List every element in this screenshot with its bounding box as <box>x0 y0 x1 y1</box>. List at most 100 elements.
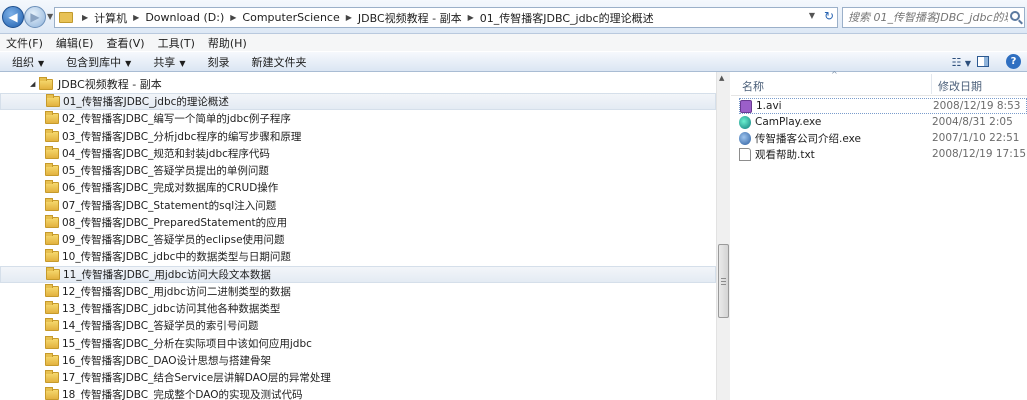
tree-item[interactable]: 11_传智播客JDBC_用jdbc访问大段文本数据 <box>0 265 716 283</box>
file-row[interactable]: CamPlay.exe 2004/8/31 2:05 <box>739 114 1027 130</box>
menu-file[interactable]: 文件(F) <box>6 35 43 51</box>
tree-item[interactable]: 06_传智播客JDBC_完成对数据库的CRUD操作 <box>0 179 716 196</box>
tree-item[interactable]: 02_传智播客JDBC_编写一个简单的jdbc例子程序 <box>0 110 716 127</box>
menu-edit[interactable]: 编辑(E) <box>56 35 94 51</box>
tree-scrollbar[interactable]: ▲ <box>716 72 730 400</box>
folder-icon <box>45 128 59 142</box>
file-row[interactable]: 1.avi 2008/12/19 8:53 <box>739 98 1027 114</box>
address-bar: ◀ ▶ ▼ ▶ 计算机 ▶ Download (D:) ▶ ComputerSc… <box>0 0 1027 34</box>
tree-item[interactable]: 01_传智播客JDBC_jdbc的理论概述 <box>0 93 716 111</box>
exe-file-icon <box>739 131 751 145</box>
breadcrumb-item[interactable]: Download (D:) <box>145 11 224 24</box>
tree-parent-item[interactable]: ◢ JDBC视频教程 - 副本 <box>30 76 162 92</box>
refresh-icon[interactable]: ↻ <box>824 9 834 23</box>
tree-item[interactable]: 10_传智播客JDBC_jdbc中的数据类型与日期问题 <box>0 248 716 265</box>
menu-view[interactable]: 查看(V) <box>106 35 144 51</box>
chevron-right-icon[interactable]: ▶ <box>468 13 474 22</box>
tree-list: 01_传智播客JDBC_jdbc的理论概述 02_传智播客JDBC_编写一个简单… <box>0 93 716 400</box>
tree-item-label: 04_传智播客JDBC_规范和封装jdbc程序代码 <box>62 147 270 160</box>
tree-item-label: 01_传智播客JDBC_jdbc的理论概述 <box>63 96 229 109</box>
menu-bar: 文件(F) 编辑(E) 查看(V) 工具(T) 帮助(H) <box>0 34 1027 51</box>
chevron-right-icon[interactable]: ▶ <box>346 13 352 22</box>
burn-button[interactable]: 刻录 <box>207 54 229 70</box>
tree-item[interactable]: 04_传智播客JDBC_规范和封装jdbc程序代码 <box>0 145 716 162</box>
tree-item[interactable]: 18_传智播客JDBC_完成整个DAO的实现及测试代码 <box>0 386 716 400</box>
breadcrumb-item[interactable]: JDBC视频教程 - 副本 <box>358 10 462 26</box>
help-icon[interactable]: ? <box>1006 54 1021 69</box>
grip-line <box>721 278 726 279</box>
folder-icon <box>45 249 59 263</box>
views-button[interactable]: ☷ ▼ <box>951 56 971 69</box>
tree-item-label: 13_传智播客JDBC_jdbc访问其他各种数据类型 <box>62 303 281 316</box>
forward-arrow-icon: ▶ <box>30 10 40 24</box>
breadcrumb-item[interactable]: ComputerScience <box>242 11 339 24</box>
tree-item-label: 02_传智播客JDBC_编写一个简单的jdbc例子程序 <box>62 113 291 126</box>
tree-item-label: 06_传智播客JDBC_完成对数据库的CRUD操作 <box>62 182 279 195</box>
file-row[interactable]: 观看帮助.txt 2008/12/19 17:15 <box>739 146 1027 162</box>
column-name-header[interactable]: 名称 <box>742 78 764 94</box>
search-input[interactable] <box>848 11 1008 24</box>
organize-button[interactable]: 组织 ▼ <box>12 54 44 70</box>
menu-tools[interactable]: 工具(T) <box>158 35 195 51</box>
tree-item-label: 18_传智播客JDBC_完成整个DAO的实现及测试代码 <box>62 389 303 400</box>
tree-item[interactable]: 08_传智播客JDBC_PreparedStatement的应用 <box>0 214 716 231</box>
file-list: ^ 名称 修改日期 1.avi 2008/12/19 8:53 CamPlay.… <box>731 70 1027 400</box>
scroll-up-icon[interactable]: ▲ <box>719 74 724 82</box>
folder-icon <box>45 370 59 384</box>
tree-item[interactable]: 12_传智播客JDBC_用jdbc访问二进制类型的数据 <box>0 283 716 300</box>
include-library-label: 包含到库中 <box>66 55 122 69</box>
new-folder-button[interactable]: 新建文件夹 <box>251 54 306 70</box>
tree-item[interactable]: 07_传智播客JDBC_Statement的sql注入问题 <box>0 197 716 214</box>
chevron-down-icon: ▼ <box>125 58 132 68</box>
folder-icon <box>45 214 59 228</box>
tree-item[interactable]: 13_传智播客JDBC_jdbc访问其他各种数据类型 <box>0 300 716 317</box>
breadcrumb-item[interactable]: 01_传智播客JDBC_jdbc的理论概述 <box>480 10 654 26</box>
folder-icon <box>59 12 73 23</box>
chevron-down-icon: ▼ <box>179 58 186 68</box>
expand-triangle-icon[interactable]: ◢ <box>30 80 39 88</box>
back-button[interactable]: ◀ <box>2 6 24 28</box>
folder-icon <box>45 335 59 349</box>
search-box[interactable] <box>842 7 1025 28</box>
share-button[interactable]: 共享 ▼ <box>153 54 185 70</box>
preview-pane-icon[interactable] <box>977 56 989 67</box>
tree-item[interactable]: 05_传智播客JDBC_答疑学员提出的单例问题 <box>0 162 716 179</box>
recent-pages-chevron-icon[interactable]: ▼ <box>47 12 53 21</box>
breadcrumb[interactable]: ▶ 计算机 ▶ Download (D:) ▶ ComputerScience … <box>54 7 838 28</box>
file-row[interactable]: 传智播客公司介绍.exe 2007/1/10 22:51 <box>739 130 1027 146</box>
chevron-right-icon[interactable]: ▶ <box>82 13 88 22</box>
back-arrow-icon: ◀ <box>8 10 18 24</box>
file-name: 传智播客公司介绍.exe <box>755 132 861 145</box>
chevron-right-icon[interactable]: ▶ <box>230 13 236 22</box>
tree-item-label: 05_传智播客JDBC_答疑学员提出的单例问题 <box>62 165 269 178</box>
tree-item[interactable]: 14_传智播客JDBC_答疑学员的索引号问题 <box>0 317 716 334</box>
tree-item[interactable]: 17_传智播客JDBC_结合Service层讲解DAO层的异常处理 <box>0 369 716 386</box>
grip-line <box>721 284 726 285</box>
chevron-down-icon: ▼ <box>38 58 45 68</box>
forward-button[interactable]: ▶ <box>24 6 46 28</box>
tree-item-label: 11_传智播客JDBC_用jdbc访问大段文本数据 <box>63 268 271 281</box>
column-divider[interactable] <box>931 74 932 94</box>
folder-icon <box>45 163 59 177</box>
tree-item[interactable]: 09_传智播客JDBC_答疑学员的eclipse使用问题 <box>0 231 716 248</box>
folder-icon <box>45 180 59 194</box>
file-name: 观看帮助.txt <box>755 148 815 161</box>
tree-item[interactable]: 03_传智播客JDBC_分析jdbc程序的编写步骤和原理 <box>0 128 716 145</box>
grip-line <box>721 281 726 282</box>
tree-item[interactable]: 16_传智播客JDBC_DAO设计思想与搭建骨架 <box>0 352 716 369</box>
chevron-down-icon: ▼ <box>964 59 971 68</box>
include-library-button[interactable]: 包含到库中 ▼ <box>66 54 131 70</box>
file-date: 2008/12/19 17:15 <box>932 148 1027 160</box>
folder-icon <box>45 352 59 366</box>
address-history-chevron-icon[interactable]: ▼ <box>809 11 815 20</box>
tree-item-label: 09_传智播客JDBC_答疑学员的eclipse使用问题 <box>62 234 285 247</box>
chevron-right-icon[interactable]: ▶ <box>133 13 139 22</box>
tree-item[interactable]: 15_传智播客JDBC_分析在实际项目中该如何应用jdbc <box>0 335 716 352</box>
menu-help[interactable]: 帮助(H) <box>208 35 247 51</box>
column-date-header[interactable]: 修改日期 <box>938 78 982 94</box>
folder-icon <box>45 197 59 211</box>
file-name: CamPlay.exe <box>755 116 822 128</box>
search-icon[interactable] <box>1010 11 1020 21</box>
scrollbar-thumb[interactable] <box>718 244 729 318</box>
breadcrumb-item[interactable]: 计算机 <box>94 10 127 26</box>
